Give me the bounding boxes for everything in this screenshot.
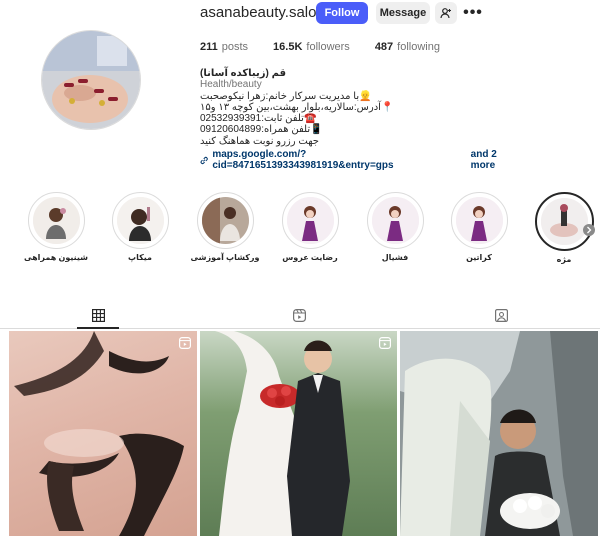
highlight-cover [201,197,249,244]
bio-line: با مدیریت سرکار خانم:زهرا نیکوصحبت👱 [200,90,372,102]
highlight-cover [371,197,419,244]
more-options-button[interactable]: ••• [462,2,484,24]
profile-stats: 211 posts 16.5K followers 487 following [200,41,440,53]
highlight-cover [32,197,80,244]
highlight-label: شینیون همراهی [24,253,88,262]
bio-link[interactable]: maps.google.com/?cid=8471651393343981919… [200,149,520,172]
bio-link-url[interactable]: maps.google.com/?cid=8471651393343981919… [212,149,466,172]
follow-button[interactable]: Follow [316,2,368,24]
bio-line: جهت رزرو نوبت هماهنگ کنید [200,135,319,147]
tagged-icon [494,308,508,322]
highlight-item[interactable]: میکاپ [105,192,175,262]
tab-posts[interactable] [86,307,110,323]
highlight-label: میکاپ [128,253,152,262]
highlight-label: مژه [556,255,572,264]
profile-full-name: (زیباکده آسانا) قم [200,68,286,79]
highlight-item[interactable]: رضایت عروس [275,192,345,262]
tab-reels[interactable] [287,307,311,323]
reel-indicator-icon [379,337,391,349]
grid-icon [91,308,105,322]
tab-tagged[interactable] [489,307,513,323]
profile-category: Health/beauty [200,79,262,91]
highlight-label: رضایت عروس [282,253,338,262]
post-thumbnail[interactable] [9,331,197,536]
highlight-cover [540,198,588,245]
reels-icon [292,308,306,322]
highlight-cover [116,197,164,244]
profile-username: asanabeauty.salon [200,4,325,21]
highlight-cover [455,197,503,244]
message-button[interactable]: Message [376,2,430,24]
bio-link-more[interactable]: and 2 more [471,149,520,172]
following-stat[interactable]: 487 following [375,41,440,53]
add-person-icon [440,8,451,19]
posts-stat: 211 posts [200,41,249,53]
bio-line: آدرس:سالاریه،بلوار بهشت،بین کوچه ۱۳ و۱۵📍 [200,101,394,113]
chevron-right-icon [587,226,592,234]
highlight-label: کراتین [466,253,492,262]
highlight-item[interactable]: ورکشاپ آموزشی [190,192,260,262]
suggested-accounts-button[interactable] [435,2,457,24]
highlight-item[interactable]: فشیال [360,192,430,262]
post-thumbnail[interactable] [200,331,397,536]
highlight-label: ورکشاپ آموزشی [190,253,260,262]
active-tab-indicator [77,327,119,329]
highlight-item[interactable]: کراتین [444,192,514,262]
highlight-cover [286,197,334,244]
highlight-label: فشیال [381,253,409,262]
post-thumbnail [400,331,598,536]
profile-bio: (زیباکده آسانا) قم Health/beauty با مدیر… [200,68,520,172]
followers-stat[interactable]: 16.5K followers [273,41,350,53]
reel-indicator-icon [179,337,191,349]
highlight-item[interactable]: شینیون همراهی [21,192,91,262]
profile-avatar[interactable] [41,30,141,130]
bio-line: تلفن ثابت:02532939391☎️ [200,113,317,125]
highlights-next-button[interactable] [583,224,595,236]
link-icon [200,156,208,164]
bio-line: تلفن همراه:09120604899📱 [200,124,323,136]
